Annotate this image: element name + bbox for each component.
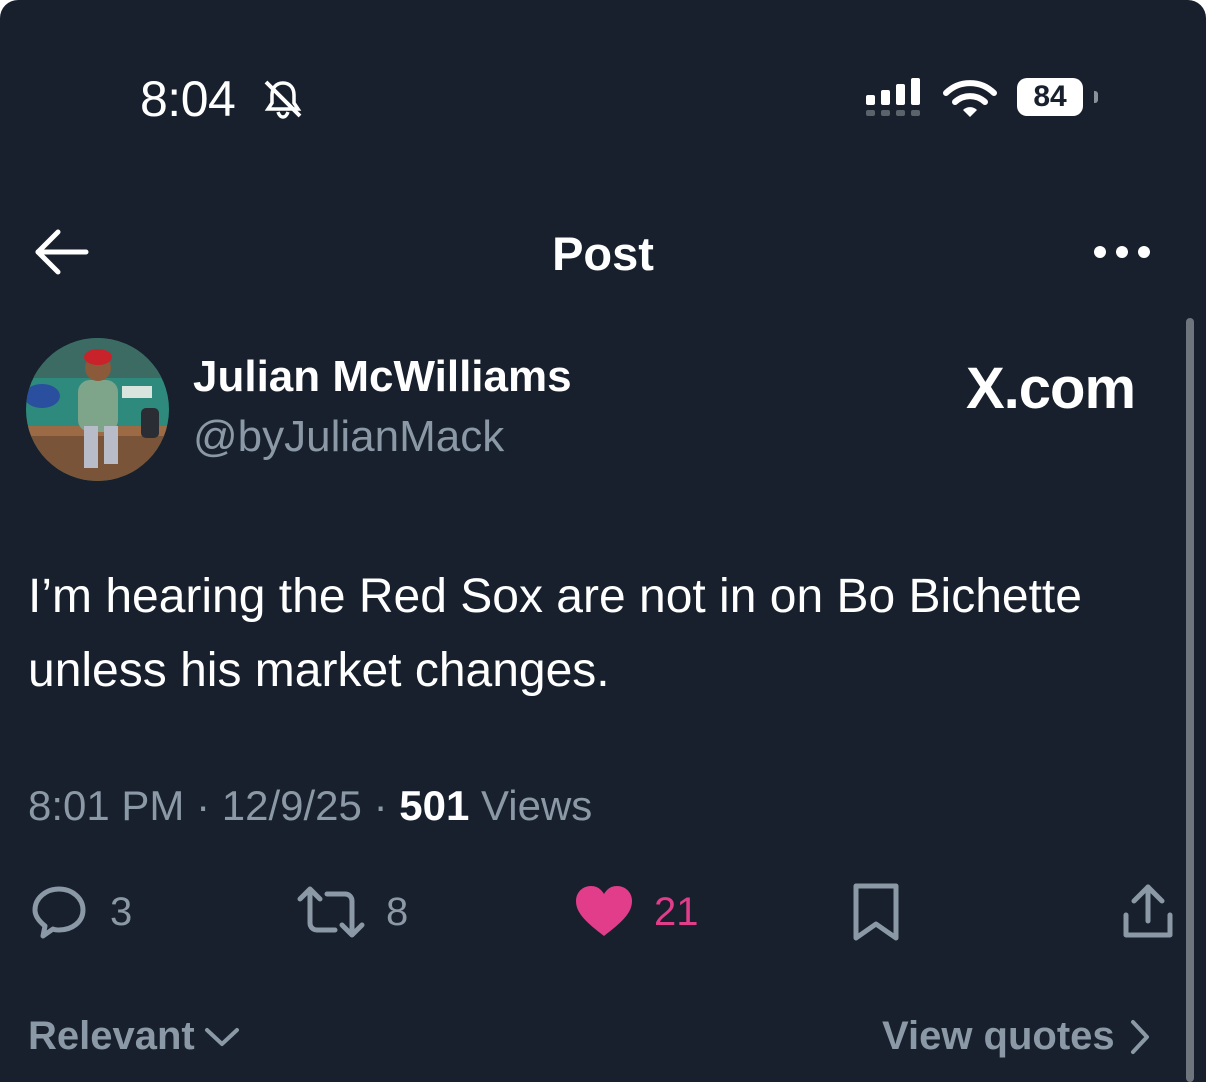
meta-separator: · — [373, 782, 388, 829]
view-quotes-link[interactable]: View quotes — [882, 1014, 1155, 1059]
reply-icon — [32, 886, 86, 939]
bookmark-icon — [853, 883, 899, 941]
status-time: 8:04 — [140, 71, 236, 127]
post-date: 12/9/25 — [221, 782, 362, 829]
share-icon — [1123, 884, 1173, 938]
post-time: 8:01 PM — [28, 782, 185, 829]
reply-button[interactable]: 3 — [28, 880, 132, 944]
view-quotes-label: View quotes — [882, 1014, 1115, 1058]
repost-button[interactable]: 8 — [296, 880, 408, 944]
author-name[interactable]: Julian McWilliams — [193, 352, 572, 402]
battery-indicator: 84 — [1017, 78, 1083, 116]
repost-count: 8 — [386, 889, 409, 934]
page-title: Post — [552, 227, 654, 280]
more-options-icon[interactable] — [1092, 238, 1152, 266]
chevron-down-icon — [204, 1027, 239, 1046]
like-count: 21 — [654, 889, 699, 934]
reply-count: 3 — [110, 889, 133, 934]
chevron-right-icon — [1130, 1019, 1149, 1054]
app-frame: 8:04 84 Post Julian McWilliams @byJulian… — [0, 0, 1206, 1082]
cellular-signal-icon — [866, 78, 920, 116]
avatar[interactable] — [26, 338, 169, 481]
x-brand-watermark: X.com — [966, 356, 1136, 421]
battery-tip — [1094, 91, 1098, 103]
bell-muted-icon — [264, 80, 302, 119]
share-button[interactable] — [1118, 880, 1178, 944]
scrollbar[interactable] — [1186, 318, 1194, 1082]
sort-label: Relevant — [28, 1014, 195, 1058]
views-label[interactable]: Views — [481, 782, 592, 829]
wifi-icon — [943, 80, 997, 117]
bookmark-button[interactable] — [848, 880, 904, 944]
like-button[interactable]: 21 — [574, 880, 699, 944]
author-handle[interactable]: @byJulianMack — [193, 412, 504, 462]
repost-icon — [297, 886, 365, 938]
post-text: I’m hearing the Red Sox are not in on Bo… — [28, 570, 1082, 697]
meta-separator: · — [196, 782, 211, 829]
post-meta: 8:01 PM · 12/9/25 · 501 Views — [28, 782, 592, 830]
heart-filled-icon — [576, 886, 632, 936]
sort-relevant-dropdown[interactable]: Relevant — [28, 1014, 243, 1059]
views-count[interactable]: 501 — [399, 782, 469, 829]
